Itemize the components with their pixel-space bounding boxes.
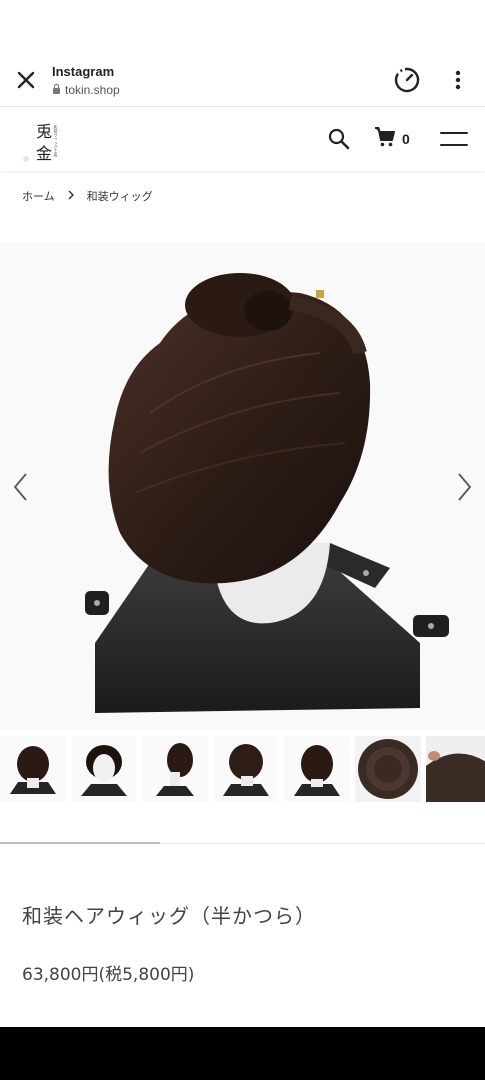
url-text: tokin.shop	[65, 83, 120, 97]
site-header: 兎 金 和装ウィッグ工房 0	[0, 107, 485, 171]
product-price: 63,800円(税5,800円)	[22, 965, 195, 985]
chevron-left-icon[interactable]	[8, 470, 34, 504]
system-navigation-bar	[0, 1027, 485, 1080]
search-icon[interactable]	[327, 127, 351, 151]
cart-icon	[374, 126, 396, 152]
thumbnail-2[interactable]	[71, 736, 137, 802]
cart-button[interactable]: 0	[374, 127, 414, 151]
thumbnail-1[interactable]	[0, 736, 66, 802]
timer-icon[interactable]	[393, 66, 421, 94]
close-icon[interactable]	[14, 68, 38, 92]
gallery-progress-indicator	[0, 842, 160, 844]
lock-icon	[52, 83, 61, 97]
breadcrumb-current[interactable]: 和装ウィッグ	[87, 188, 153, 204]
hamburger-menu-icon[interactable]	[439, 129, 469, 149]
product-title: 和装ヘアウィッグ（半かつら）	[22, 904, 316, 928]
thumbnail-6[interactable]	[355, 736, 421, 802]
logo-text-main-2: 金	[36, 144, 52, 163]
thumbnail-3[interactable]	[142, 736, 208, 802]
browser-title: Instagram	[52, 64, 115, 79]
breadcrumb-home[interactable]: ホーム	[22, 188, 55, 204]
logo-text-main-1: 兎	[36, 122, 52, 141]
site-logo[interactable]: 兎 金 和装ウィッグ工房	[20, 115, 70, 165]
chevron-right-icon[interactable]	[451, 470, 477, 504]
thumbnail-4[interactable]	[213, 736, 279, 802]
thumbnail-7[interactable]	[426, 736, 485, 802]
thumbnail-5[interactable]	[284, 736, 350, 802]
status-bar-area	[0, 0, 485, 52]
in-app-browser-bar: Instagram tokin.shop	[0, 52, 485, 107]
logo-text-sub: 和装ウィッグ工房	[54, 124, 59, 158]
chevron-right-icon	[67, 190, 75, 203]
thumbnail-strip	[0, 736, 485, 806]
more-options-icon[interactable]	[448, 68, 468, 92]
breadcrumb: ホーム 和装ウィッグ	[22, 188, 153, 204]
cart-count: 0	[402, 131, 410, 147]
browser-url: tokin.shop	[52, 83, 120, 97]
product-main-image[interactable]	[0, 243, 485, 730]
